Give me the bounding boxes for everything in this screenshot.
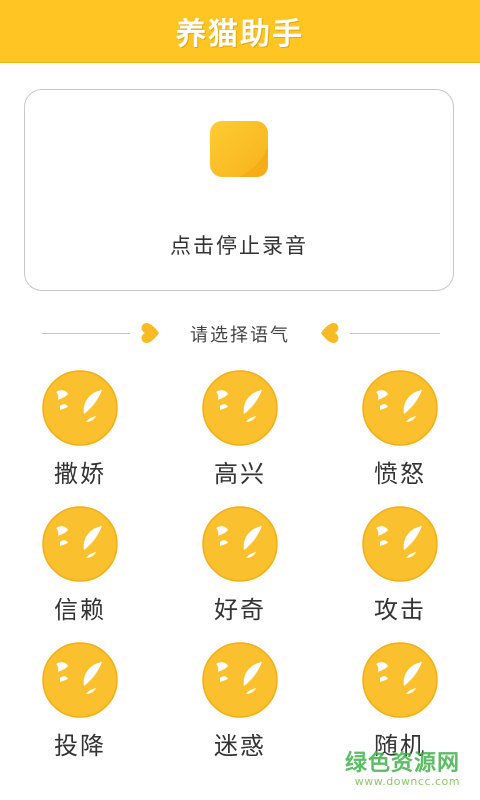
cat-face-icon xyxy=(362,506,438,582)
cat-face-icon xyxy=(202,506,278,582)
stop-record-button[interactable] xyxy=(209,120,269,178)
watermark: 绿色资源网 www.downcc.com xyxy=(345,745,460,788)
cat-face-icon xyxy=(42,642,118,718)
divider-line-left xyxy=(42,333,130,334)
mood-button-gaoxing[interactable]: 高兴 xyxy=(180,370,300,490)
heart-icon-right xyxy=(321,323,339,343)
stop-record-label: 点击停止录音 xyxy=(170,234,308,258)
mood-button-touxiang[interactable]: 投降 xyxy=(20,642,140,762)
divider-line-right xyxy=(350,333,440,334)
cat-face-icon xyxy=(202,642,278,718)
app-title: 养猫助手 xyxy=(176,17,304,52)
mood-label: 投降 xyxy=(54,732,106,760)
mood-button-haoqi[interactable]: 好奇 xyxy=(180,506,300,626)
mood-label: 迷惑 xyxy=(214,732,266,760)
app-header: 养猫助手 xyxy=(0,0,480,62)
mood-label: 攻击 xyxy=(374,596,426,624)
mood-section-title: 请选择语气 xyxy=(190,325,290,346)
cat-face-icon xyxy=(42,506,118,582)
record-card: 点击停止录音 xyxy=(24,89,454,291)
mood-button-fennu[interactable]: 愤怒 xyxy=(340,370,460,490)
heart-icon-left xyxy=(141,323,159,343)
mood-button-mihuo[interactable]: 迷惑 xyxy=(180,642,300,762)
cat-face-icon xyxy=(202,370,278,446)
mood-label: 好奇 xyxy=(214,596,266,624)
stop-icon xyxy=(210,121,268,177)
mood-label: 愤怒 xyxy=(374,460,426,488)
mood-button-xinlai[interactable]: 信赖 xyxy=(20,506,140,626)
mood-button-sajiao[interactable]: 撒娇 xyxy=(20,370,140,490)
mood-label: 撒娇 xyxy=(54,460,106,488)
cat-face-icon xyxy=(42,370,118,446)
mood-label: 信赖 xyxy=(54,596,106,624)
cat-face-icon xyxy=(362,370,438,446)
cat-face-icon xyxy=(362,642,438,718)
mood-label: 高兴 xyxy=(214,460,266,488)
watermark-url: www.downcc.com xyxy=(354,775,460,788)
mood-section-header: 请选择语气 xyxy=(0,318,480,348)
mood-button-gongji[interactable]: 攻击 xyxy=(340,506,460,626)
mood-button-suiji[interactable]: 随机 xyxy=(340,642,460,762)
watermark-title: 绿色资源网 xyxy=(344,751,460,776)
